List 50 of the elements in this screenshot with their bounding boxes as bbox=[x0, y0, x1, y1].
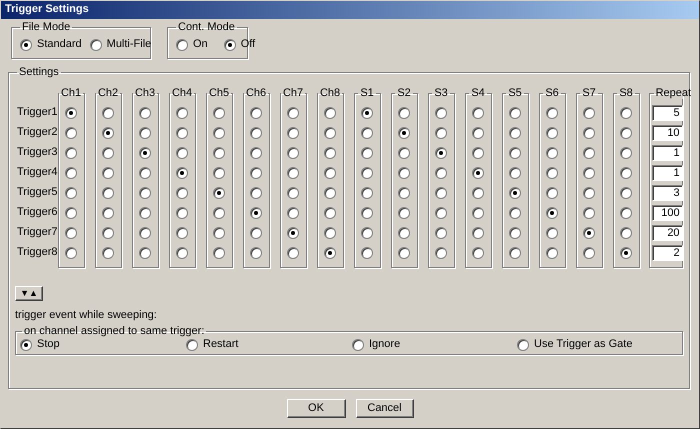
row-label: Trigger1 bbox=[17, 106, 58, 120]
repeat-field[interactable]: 1 bbox=[652, 145, 683, 161]
row-label: Trigger3 bbox=[17, 146, 58, 160]
repeat-field[interactable]: 3 bbox=[652, 185, 683, 201]
expand-collapse-button[interactable]: ▼▲ bbox=[15, 286, 43, 301]
column-header: S1 bbox=[359, 88, 375, 99]
group-label: Settings bbox=[18, 67, 60, 78]
column-header: S2 bbox=[396, 88, 412, 99]
column-header: Ch5 bbox=[208, 88, 230, 99]
cancel-button[interactable]: Cancel bbox=[356, 399, 414, 418]
column-header: S7 bbox=[581, 88, 597, 99]
ok-button[interactable]: OK bbox=[286, 399, 346, 418]
column-header: Ch2 bbox=[96, 88, 120, 99]
repeat-field[interactable]: 5 bbox=[652, 105, 683, 121]
repeat-field[interactable]: 20 bbox=[652, 225, 683, 241]
radio-label[interactable]: On bbox=[193, 38, 208, 52]
column-header: Ch1 bbox=[60, 88, 82, 99]
column-header: Repeat bbox=[654, 88, 692, 99]
radio-label[interactable]: Use Trigger as Gate bbox=[534, 338, 632, 352]
column-header: Ch6 bbox=[244, 88, 268, 99]
row-label: Trigger7 bbox=[17, 226, 58, 240]
column-header: S5 bbox=[507, 88, 523, 99]
column-header: S8 bbox=[618, 88, 634, 99]
column-header: Ch4 bbox=[170, 88, 194, 99]
row-label: Trigger6 bbox=[17, 206, 58, 220]
row-label: Trigger2 bbox=[17, 126, 58, 140]
column-header: S4 bbox=[470, 88, 486, 99]
repeat-field[interactable]: 1 bbox=[652, 165, 683, 181]
column-header: Ch8 bbox=[318, 88, 342, 99]
column-header: S3 bbox=[433, 88, 449, 99]
window-title: Trigger Settings bbox=[1, 1, 699, 19]
radio-label[interactable]: Multi-File bbox=[106, 38, 152, 52]
radio-label[interactable]: Off bbox=[240, 38, 256, 52]
radio-label[interactable]: Ignore bbox=[369, 338, 400, 352]
repeat-field[interactable]: 100 bbox=[652, 205, 683, 221]
row-label: Trigger8 bbox=[17, 246, 58, 260]
group-label: on channel assigned to same trigger: bbox=[23, 326, 206, 338]
sweep-label: trigger event while sweeping: bbox=[15, 309, 158, 322]
column-header: Ch7 bbox=[282, 88, 304, 99]
repeat-field[interactable]: 10 bbox=[652, 125, 683, 141]
column-header: Ch3 bbox=[134, 88, 156, 99]
column-header: S6 bbox=[544, 88, 560, 99]
radio-label[interactable]: Standard bbox=[37, 38, 82, 52]
row-label: Trigger5 bbox=[17, 186, 58, 200]
radio-label[interactable]: Stop bbox=[37, 338, 60, 352]
group-label: File Mode bbox=[21, 22, 72, 33]
row-label: Trigger4 bbox=[17, 166, 58, 180]
repeat-field[interactable]: 2 bbox=[652, 245, 683, 261]
radio-label[interactable]: Restart bbox=[203, 338, 238, 352]
group-label: Cont. Mode bbox=[177, 22, 236, 33]
